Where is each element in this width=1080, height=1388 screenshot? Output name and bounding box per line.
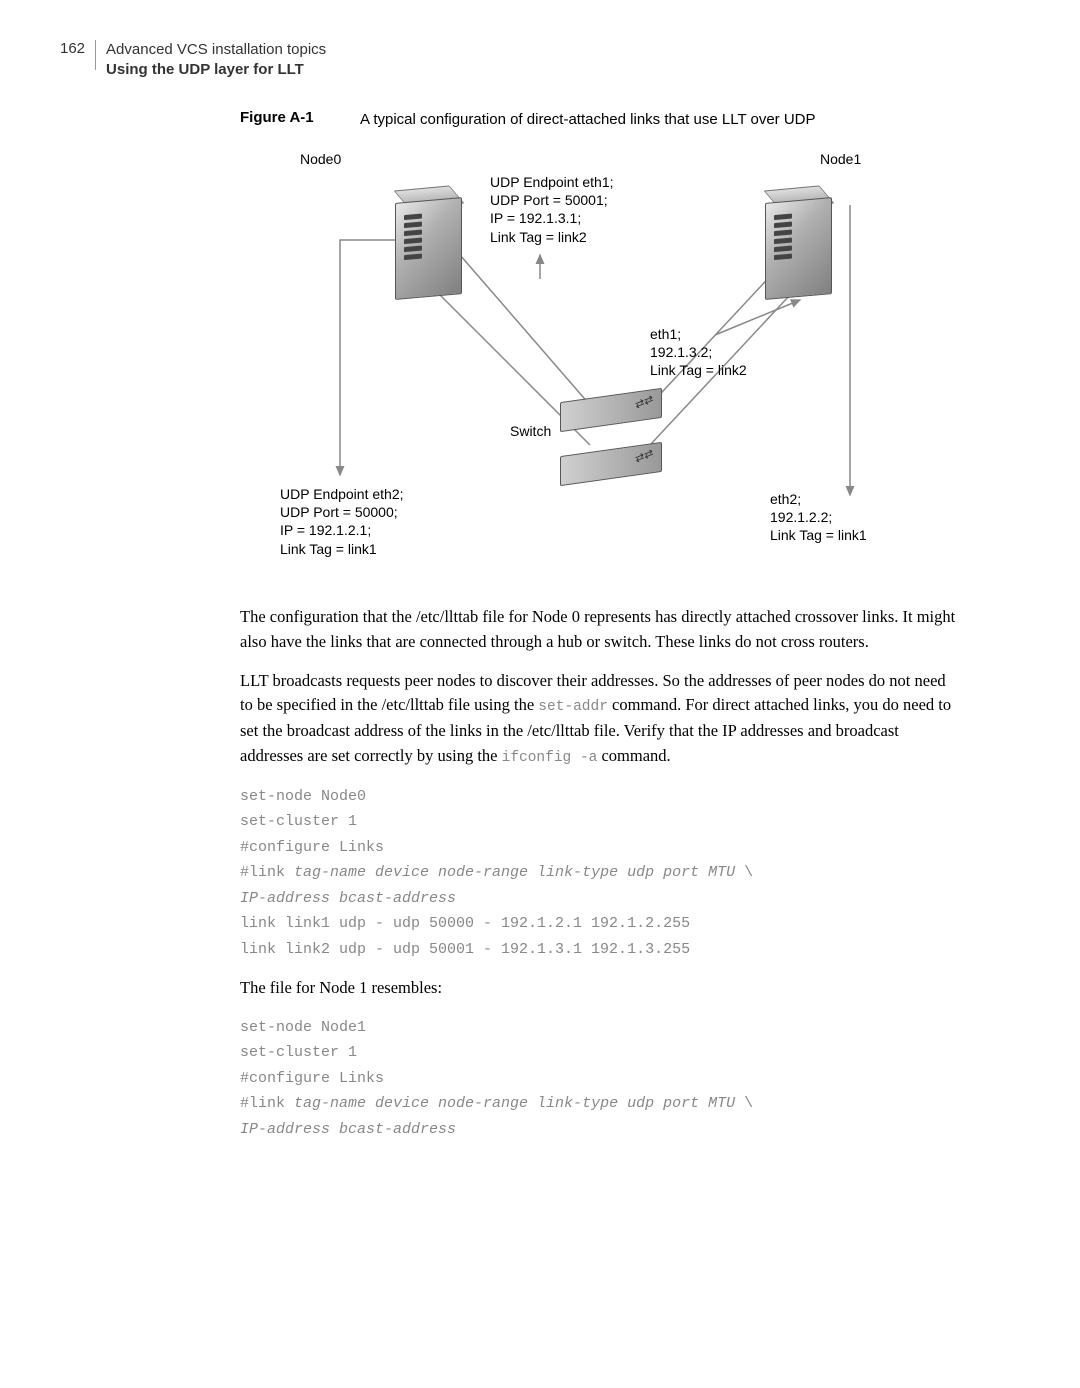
ep2-line3: IP = 192.1.2.1; (280, 521, 404, 539)
figure-heading: Figure A-1 A typical configuration of di… (240, 109, 960, 130)
figure-label: Figure A-1 (240, 109, 360, 126)
eth1-line2: 192.1.3.2; (650, 343, 747, 361)
c2-l1: set-node Node1 (240, 1019, 366, 1036)
node1-label: Node1 (820, 150, 861, 168)
c1-l7: link link2 udp - udp 50001 - 192.1.3.1 1… (240, 941, 690, 958)
ep2-line4: Link Tag = link1 (280, 540, 404, 558)
p2-text-c: command. (597, 746, 670, 765)
ep2-line1: UDP Endpoint eth2; (280, 485, 404, 503)
p2-code-2: ifconfig -a (502, 750, 598, 766)
paragraph-3: The file for Node 1 resembles: (240, 976, 960, 1001)
c1-l2: set-cluster 1 (240, 813, 357, 830)
paragraph-1: The configuration that the /etc/llttab f… (240, 605, 960, 655)
p2-code-1: set-addr (538, 699, 608, 715)
endpoint-eth1-label: UDP Endpoint eth1; UDP Port = 50001; IP … (490, 173, 614, 246)
page-number: 162 (60, 40, 85, 57)
c1-l4a: #link (240, 864, 294, 881)
c1-l6: link link1 udp - udp 50000 - 192.1.2.1 1… (240, 915, 690, 932)
ep1-line3: IP = 192.1.3.1; (490, 209, 614, 227)
paragraph-2: LLT broadcasts requests peer nodes to di… (240, 669, 960, 770)
c1-l4c: \ (735, 864, 753, 881)
c2-l4b: tag-name device node-range link-type udp… (294, 1095, 735, 1112)
eth2-line3: Link Tag = link1 (770, 526, 867, 544)
c2-l4a: #link (240, 1095, 294, 1112)
c1-l1: set-node Node0 (240, 788, 366, 805)
header-title: Advanced VCS installation topics (106, 40, 326, 60)
c1-l3: #configure Links (240, 839, 384, 856)
code-block-1: set-node Node0 set-cluster 1 #configure … (240, 784, 960, 963)
figure-caption: A typical configuration of direct-attach… (360, 109, 816, 130)
c2-l4c: \ (735, 1095, 753, 1112)
server-node1 (765, 200, 835, 310)
network-diagram: Node0 Node1 (280, 145, 940, 585)
switch-icon: ⇄⇄ ⇄⇄ Switch (560, 395, 670, 465)
switch-label: Switch (510, 423, 551, 439)
c2-l2: set-cluster 1 (240, 1044, 357, 1061)
eth2-label: eth2; 192.1.2.2; Link Tag = link1 (770, 490, 867, 545)
server-node0 (395, 200, 465, 310)
c1-l5: IP-address bcast-address (240, 890, 456, 907)
code-block-2: set-node Node1 set-cluster 1 #configure … (240, 1015, 960, 1143)
node0-label: Node0 (300, 150, 341, 168)
c1-l4b: tag-name device node-range link-type udp… (294, 864, 735, 881)
c2-l5: IP-address bcast-address (240, 1121, 456, 1138)
eth2-line2: 192.1.2.2; (770, 508, 867, 526)
ep1-line1: UDP Endpoint eth1; (490, 173, 614, 191)
c2-l3: #configure Links (240, 1070, 384, 1087)
eth1-line3: Link Tag = link2 (650, 361, 747, 379)
header-text: Advanced VCS installation topics Using t… (106, 40, 326, 79)
header-subtitle: Using the UDP layer for LLT (106, 60, 326, 80)
ep1-line2: UDP Port = 50001; (490, 191, 614, 209)
eth1-line1: eth1; (650, 325, 747, 343)
endpoint-eth2-label: UDP Endpoint eth2; UDP Port = 50000; IP … (280, 485, 404, 558)
header-divider (95, 40, 96, 70)
eth2-line1: eth2; (770, 490, 867, 508)
page-header: 162 Advanced VCS installation topics Usi… (60, 40, 1000, 79)
ep1-line4: Link Tag = link2 (490, 228, 614, 246)
ep2-line2: UDP Port = 50000; (280, 503, 404, 521)
eth1-label: eth1; 192.1.3.2; Link Tag = link2 (650, 325, 747, 380)
